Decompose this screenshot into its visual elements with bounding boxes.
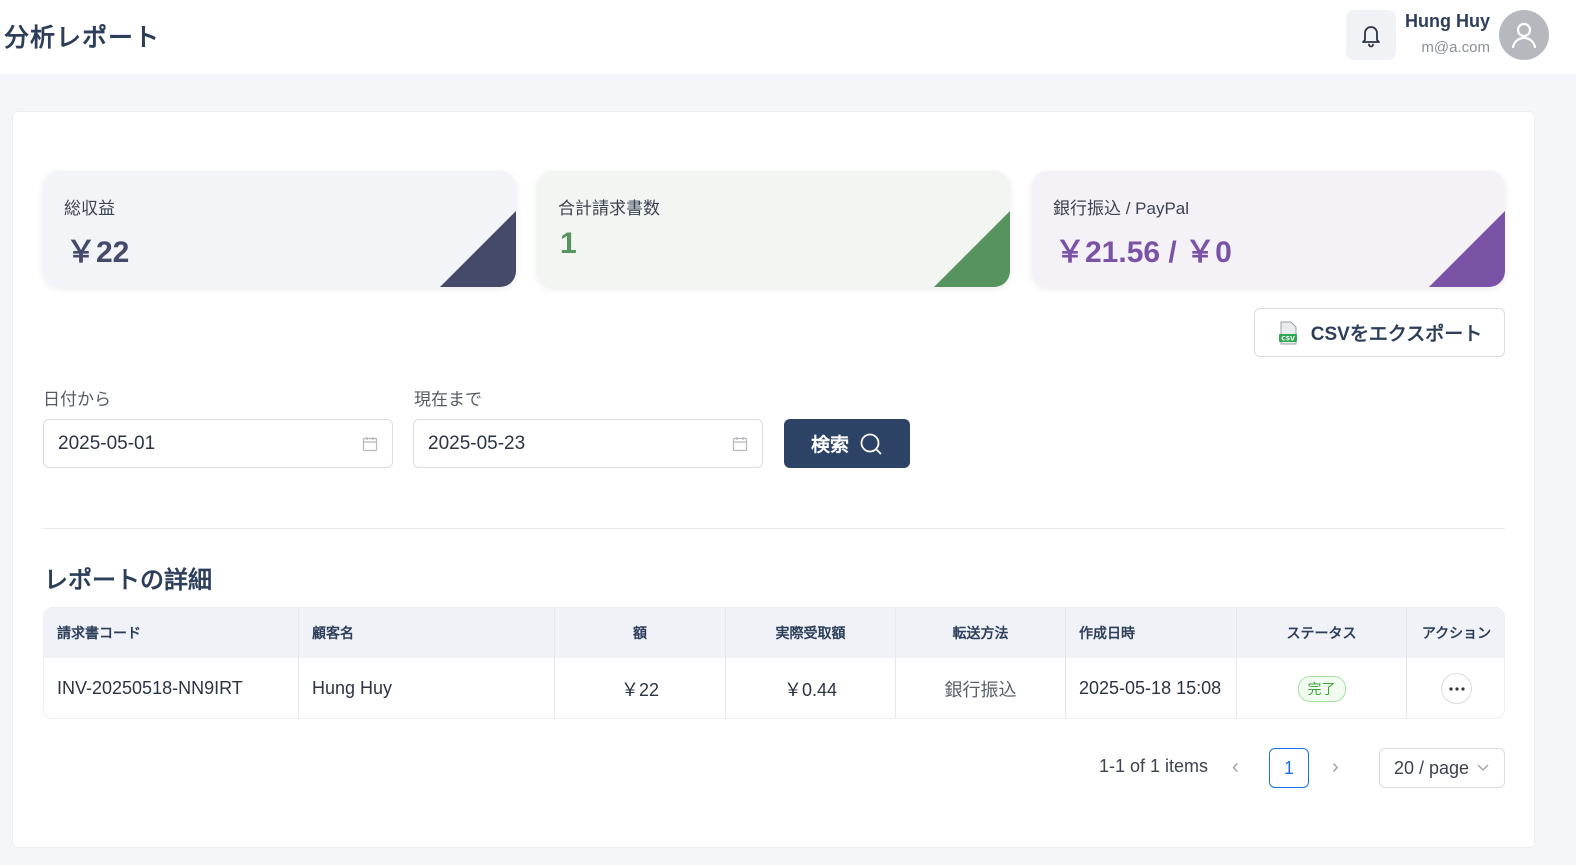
date-to-label: 現在まで (414, 390, 482, 409)
column-header-invoice-code[interactable]: 請求書コード (44, 608, 298, 658)
divider (43, 528, 1505, 529)
table-header: 請求書コード 顧客名 額 実際受取額 転送方法 作成日時 ステータス アクション (44, 608, 1504, 658)
svg-text:CSV: CSV (1281, 335, 1295, 342)
page-size-select[interactable]: 20 / page (1379, 748, 1505, 788)
stat-value: ￥21.56 / ￥0 (1055, 236, 1232, 269)
calendar-icon (362, 436, 378, 452)
cell-status: 完了 (1236, 658, 1406, 718)
stat-accent-shape (934, 211, 1010, 287)
stat-label: 銀行振込 / PayPal (1053, 199, 1190, 218)
export-csv-button[interactable]: CSV CSVをエクスポート (1254, 308, 1505, 357)
row-actions-button[interactable] (1441, 673, 1472, 704)
column-header-customer[interactable]: 顧客名 (298, 608, 554, 658)
calendar-icon (732, 436, 748, 452)
status-badge: 完了 (1297, 675, 1346, 702)
csv-file-icon: CSV (1277, 321, 1299, 345)
pagination-prev-icon[interactable]: ‹ (1232, 756, 1239, 779)
cell-invoice-code: INV-20250518-NN9IRT (57, 678, 243, 698)
export-csv-label: CSVをエクスポート (1310, 324, 1483, 345)
cell-customer: Hung Huy (298, 658, 554, 718)
stat-card-invoice-count: 合計請求書数 1 (537, 171, 1010, 287)
cell-action (1406, 658, 1504, 718)
report-table: 請求書コード 顧客名 額 実際受取額 転送方法 作成日時 ステータス アクション… (43, 607, 1505, 719)
pagination-page-current[interactable]: 1 (1269, 748, 1309, 788)
stat-card-total-revenue: 総収益 ￥22 (43, 171, 516, 287)
stat-accent-shape (1429, 211, 1505, 287)
date-to-input[interactable]: 2025-05-23 (413, 419, 763, 468)
stat-label: 総収益 (64, 199, 115, 218)
column-header-created[interactable]: 作成日時 (1065, 608, 1236, 658)
more-icon (1448, 686, 1465, 691)
report-section-title: レポートの詳細 (44, 567, 212, 594)
date-to-value: 2025-05-23 (428, 432, 526, 454)
stat-value: 1 (560, 227, 577, 260)
user-name: Hung Huy (1405, 11, 1490, 31)
notification-button[interactable] (1346, 10, 1396, 60)
search-icon (859, 432, 883, 456)
stat-card-bank-paypal: 銀行振込 / PayPal ￥21.56 / ￥0 (1032, 171, 1505, 287)
date-from-input[interactable]: 2025-05-01 (43, 419, 393, 468)
top-bar: 分析レポート Hung Huy m@a.com (0, 0, 1576, 74)
search-button[interactable]: 検索 (784, 419, 910, 468)
cell-method: 銀行振込 (895, 658, 1065, 718)
bell-icon (1359, 22, 1383, 48)
report-card: 総収益 ￥22 合計請求書数 1 銀行振込 / PayPal ￥21.56 / … (12, 111, 1535, 848)
user-email: m@a.com (1421, 39, 1490, 56)
cell-created: 2025-05-18 15:08 (1065, 658, 1236, 718)
chevron-down-icon (1477, 764, 1489, 772)
column-header-method[interactable]: 転送方法 (895, 608, 1065, 658)
stat-value: ￥22 (66, 236, 130, 269)
user-icon (1511, 22, 1537, 49)
column-header-action: アクション (1406, 608, 1504, 658)
stat-accent-shape (440, 211, 516, 287)
column-header-status[interactable]: ステータス (1236, 608, 1406, 658)
column-header-received[interactable]: 実際受取額 (725, 608, 895, 658)
cell-received: ￥0.44 (725, 658, 895, 718)
pagination-next-icon[interactable]: › (1332, 756, 1339, 779)
avatar[interactable] (1499, 10, 1549, 60)
page-size-value: 20 / page (1394, 757, 1470, 778)
page-title: 分析レポート (4, 24, 161, 52)
stat-label: 合計請求書数 (558, 199, 660, 218)
search-label: 検索 (810, 435, 849, 456)
date-from-value: 2025-05-01 (58, 432, 156, 454)
date-from-label: 日付から (43, 390, 111, 409)
pagination-total: 1-1 of 1 items (1099, 756, 1209, 776)
cell-amount: ￥22 (554, 658, 725, 718)
column-header-amount[interactable]: 額 (554, 608, 725, 658)
table-row[interactable]: INV-20250518-NN9IRT Hung Huy ￥22 ￥0.44 銀… (44, 658, 1504, 718)
